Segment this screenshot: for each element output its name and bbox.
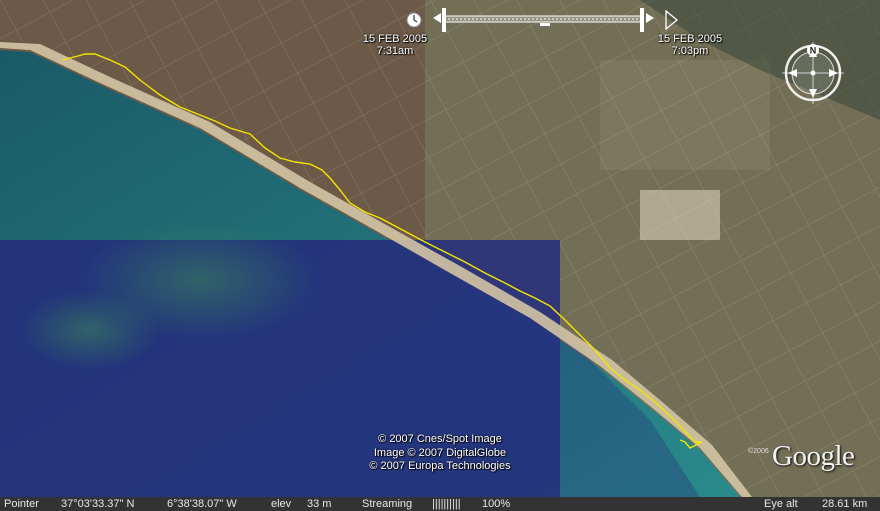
copyright-line-1: © 2007 Cnes/Spot Image	[378, 433, 502, 445]
streaming-percent: 100%	[482, 498, 511, 510]
copyright-line-2: Image © 2007 DigitalGlobe	[373, 446, 507, 459]
elevation-label: elev	[271, 498, 292, 510]
logo-year: ©2006	[748, 448, 769, 455]
copyright-line-3: © 2007 Europa Technologies	[369, 460, 511, 472]
eye-alt-label: Eye alt	[764, 498, 798, 510]
timeline-track[interactable]	[443, 15, 643, 26]
timeline-end-time: 7:03pm	[671, 45, 709, 57]
step-back-arrow-icon[interactable]	[433, 13, 441, 23]
pointer-longitude: 6°38'38.07" W	[167, 498, 237, 510]
time-slider[interactable]	[404, 4, 684, 34]
play-forward-arrow-icon[interactable]	[665, 9, 679, 31]
satellite-map[interactable]: 15 FEB 2005 7:31am 15 FEB 2005 7:03pm N …	[0, 0, 880, 497]
copyright-notice: © 2007 Cnes/Spot Image Image © 2007 Digi…	[330, 433, 550, 474]
logo-text: Google	[772, 440, 855, 472]
range-end-handle[interactable]	[640, 8, 644, 32]
pointer-label: Pointer	[4, 498, 39, 510]
timeline-end-label: 15 FEB 2005 7:03pm	[640, 33, 740, 57]
timeline-start-date: 15 FEB 2005	[362, 33, 428, 45]
map-imagery[interactable]	[0, 0, 880, 497]
step-forward-arrow-icon[interactable]	[646, 13, 654, 23]
timeline-start-label: 15 FEB 2005 7:31am	[345, 33, 445, 57]
streaming-label: Streaming	[362, 498, 413, 510]
timeline-start-time: 7:31am	[376, 45, 414, 57]
compass-north-label: N	[810, 46, 817, 56]
compass-control[interactable]: N	[780, 40, 846, 106]
streaming-progress: ||||||||||	[432, 498, 461, 510]
pointer-latitude: 37°03'33.37" N	[61, 498, 135, 510]
clock-icon[interactable]	[406, 12, 422, 28]
elevation-value: 33 m	[307, 498, 332, 510]
range-start-handle[interactable]	[442, 8, 446, 32]
status-bar: Pointer 37°03'33.37" N 6°38'38.07" W ele…	[0, 497, 880, 511]
eye-alt-value: 28.61 km	[822, 498, 868, 510]
timeline-end-date: 15 FEB 2005	[657, 33, 723, 45]
